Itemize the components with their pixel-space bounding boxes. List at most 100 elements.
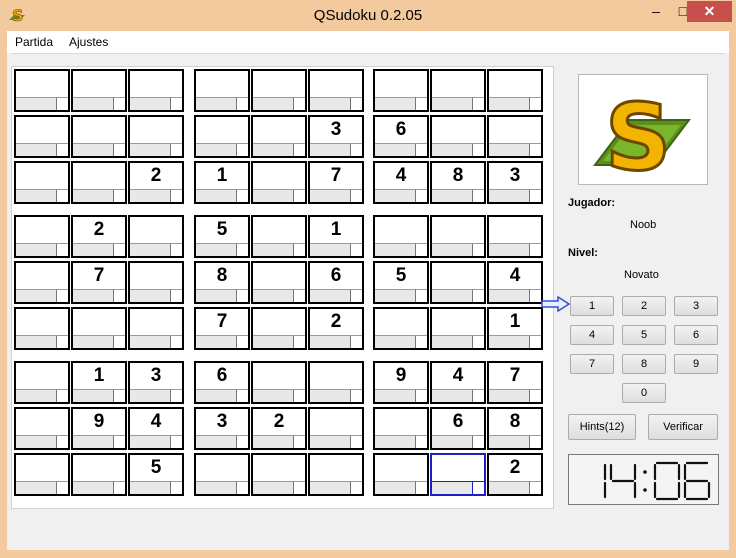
cell-notes-button[interactable]: [529, 143, 541, 156]
cell-notes-field[interactable]: [432, 143, 472, 156]
sudoku-cell[interactable]: [251, 115, 307, 158]
sudoku-cell[interactable]: 6: [308, 261, 364, 304]
cell-notes-field[interactable]: [489, 289, 529, 302]
cell-notes-field[interactable]: [375, 435, 415, 448]
cell-notes-field[interactable]: [375, 97, 415, 110]
menu-partida[interactable]: Partida: [15, 35, 53, 49]
sudoku-cell[interactable]: [430, 261, 486, 304]
cell-notes-field[interactable]: [310, 189, 350, 202]
cell-notes-button[interactable]: [236, 243, 248, 256]
cell-notes-field[interactable]: [130, 389, 170, 402]
sudoku-cell[interactable]: [194, 69, 250, 112]
cell-notes-field[interactable]: [73, 243, 113, 256]
sudoku-cell[interactable]: [308, 361, 364, 404]
cell-notes-button[interactable]: [170, 289, 182, 302]
cell-notes-field[interactable]: [73, 335, 113, 348]
sudoku-cell[interactable]: 8: [430, 161, 486, 204]
cell-notes-button[interactable]: [350, 481, 362, 494]
sudoku-cell[interactable]: [14, 307, 70, 350]
cell-notes-field[interactable]: [196, 389, 236, 402]
cell-notes-button[interactable]: [415, 335, 427, 348]
cell-notes-field[interactable]: [130, 243, 170, 256]
verify-button[interactable]: Verificar: [648, 414, 718, 440]
number-button-2[interactable]: 2: [622, 296, 666, 316]
sudoku-cell[interactable]: [373, 307, 429, 350]
cell-notes-button[interactable]: [293, 189, 305, 202]
sudoku-cell[interactable]: 1: [308, 215, 364, 258]
cell-notes-button[interactable]: [113, 389, 125, 402]
cell-notes-button[interactable]: [236, 189, 248, 202]
cell-notes-field[interactable]: [73, 389, 113, 402]
cell-notes-button[interactable]: [113, 481, 125, 494]
sudoku-cell[interactable]: [71, 453, 127, 496]
cell-notes-button[interactable]: [293, 243, 305, 256]
cell-notes-field[interactable]: [196, 481, 236, 494]
sudoku-cell[interactable]: [251, 361, 307, 404]
cell-notes-button[interactable]: [236, 435, 248, 448]
cell-notes-button[interactable]: [113, 189, 125, 202]
cell-notes-field[interactable]: [310, 335, 350, 348]
sudoku-cell[interactable]: [251, 453, 307, 496]
cell-notes-field[interactable]: [489, 189, 529, 202]
cell-notes-button[interactable]: [170, 189, 182, 202]
cell-notes-button[interactable]: [113, 243, 125, 256]
sudoku-cell[interactable]: [14, 261, 70, 304]
cell-notes-button[interactable]: [56, 335, 68, 348]
cell-notes-button[interactable]: [529, 335, 541, 348]
sudoku-cell[interactable]: [14, 453, 70, 496]
cell-notes-field[interactable]: [310, 389, 350, 402]
cell-notes-field[interactable]: [196, 243, 236, 256]
cell-notes-button[interactable]: [472, 389, 484, 402]
cell-notes-button[interactable]: [170, 335, 182, 348]
cell-notes-field[interactable]: [73, 481, 113, 494]
cell-notes-button[interactable]: [529, 481, 541, 494]
cell-notes-button[interactable]: [56, 189, 68, 202]
sudoku-cell[interactable]: [487, 115, 543, 158]
cell-notes-field[interactable]: [16, 335, 56, 348]
cell-notes-field[interactable]: [253, 481, 293, 494]
sudoku-cell[interactable]: 3: [487, 161, 543, 204]
cell-notes-button[interactable]: [350, 97, 362, 110]
sudoku-cell[interactable]: 5: [128, 453, 184, 496]
cell-notes-button[interactable]: [56, 97, 68, 110]
cell-notes-button[interactable]: [350, 143, 362, 156]
cell-notes-field[interactable]: [73, 189, 113, 202]
cell-notes-button[interactable]: [415, 481, 427, 494]
cell-notes-button[interactable]: [415, 143, 427, 156]
cell-notes-button[interactable]: [293, 289, 305, 302]
cell-notes-button[interactable]: [170, 97, 182, 110]
cell-notes-field[interactable]: [310, 243, 350, 256]
sudoku-cell[interactable]: 3: [128, 361, 184, 404]
cell-notes-field[interactable]: [73, 289, 113, 302]
cell-notes-button[interactable]: [113, 97, 125, 110]
cell-notes-button[interactable]: [472, 97, 484, 110]
cell-notes-field[interactable]: [73, 97, 113, 110]
cell-notes-field[interactable]: [16, 143, 56, 156]
cell-notes-button[interactable]: [56, 435, 68, 448]
cell-notes-field[interactable]: [432, 335, 472, 348]
number-button-1[interactable]: 1: [570, 296, 614, 316]
cell-notes-field[interactable]: [16, 389, 56, 402]
sudoku-cell[interactable]: [194, 453, 250, 496]
sudoku-cell[interactable]: [251, 69, 307, 112]
number-button-3[interactable]: 3: [674, 296, 718, 316]
cell-notes-field[interactable]: [196, 143, 236, 156]
sudoku-cell[interactable]: [308, 407, 364, 450]
cell-notes-button[interactable]: [415, 97, 427, 110]
cell-notes-button[interactable]: [472, 143, 484, 156]
sudoku-cell[interactable]: [251, 307, 307, 350]
sudoku-cell[interactable]: [14, 361, 70, 404]
cell-notes-button[interactable]: [113, 435, 125, 448]
sudoku-cell[interactable]: [373, 407, 429, 450]
sudoku-cell[interactable]: 4: [487, 261, 543, 304]
sudoku-cell[interactable]: [194, 115, 250, 158]
cell-notes-field[interactable]: [432, 435, 472, 448]
close-button[interactable]: ✕: [687, 1, 732, 22]
sudoku-cell[interactable]: [14, 215, 70, 258]
sudoku-cell[interactable]: 1: [194, 161, 250, 204]
cell-notes-field[interactable]: [375, 335, 415, 348]
cell-notes-field[interactable]: [432, 243, 472, 256]
cell-notes-field[interactable]: [310, 481, 350, 494]
sudoku-cell[interactable]: 6: [194, 361, 250, 404]
cell-notes-field[interactable]: [73, 435, 113, 448]
